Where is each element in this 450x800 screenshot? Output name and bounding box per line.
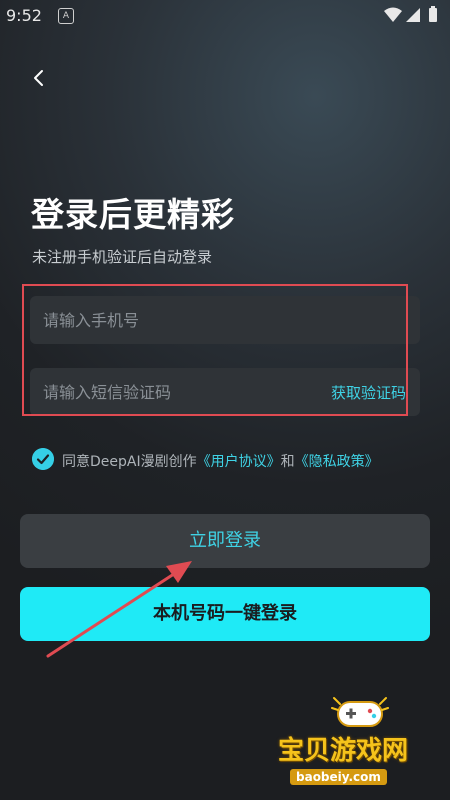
agreement-and: 和 (280, 454, 295, 470)
privacy-policy-link[interactable]: 《隐私政策》 (295, 454, 379, 470)
notification-icon: A (58, 8, 74, 24)
wifi-icon (384, 7, 402, 22)
page-subtitle: 未注册手机验证后自动登录 (32, 248, 213, 266)
watermark: 宝贝游戏网 baobeiy.com (270, 690, 450, 800)
agreement-prefix: 同意DeepAI漫剧创作 (62, 454, 197, 470)
agreement-checkbox-icon[interactable] (32, 448, 54, 470)
status-time: 9:52 (6, 6, 42, 25)
gamepad-logo-icon (331, 697, 389, 727)
status-bar: 9:52 A (0, 0, 450, 32)
annotation-highlight-box (22, 284, 408, 416)
login-button[interactable]: 立即登录 (20, 514, 430, 568)
signal-icon (406, 8, 420, 22)
watermark-name: 宝贝游戏网 (278, 736, 409, 766)
one-click-login-button[interactable]: 本机号码一键登录 (20, 587, 430, 641)
battery-icon (429, 8, 437, 22)
system-status-icons (384, 6, 437, 22)
page-title: 登录后更精彩 (31, 195, 235, 234)
back-icon[interactable] (30, 66, 50, 90)
user-agreement-link[interactable]: 《用户协议》 (197, 454, 281, 470)
agreement-text: 同意DeepAI漫剧创作《用户协议》和《隐私政策》 (62, 451, 379, 471)
watermark-url: baobeiy.com (290, 769, 387, 785)
